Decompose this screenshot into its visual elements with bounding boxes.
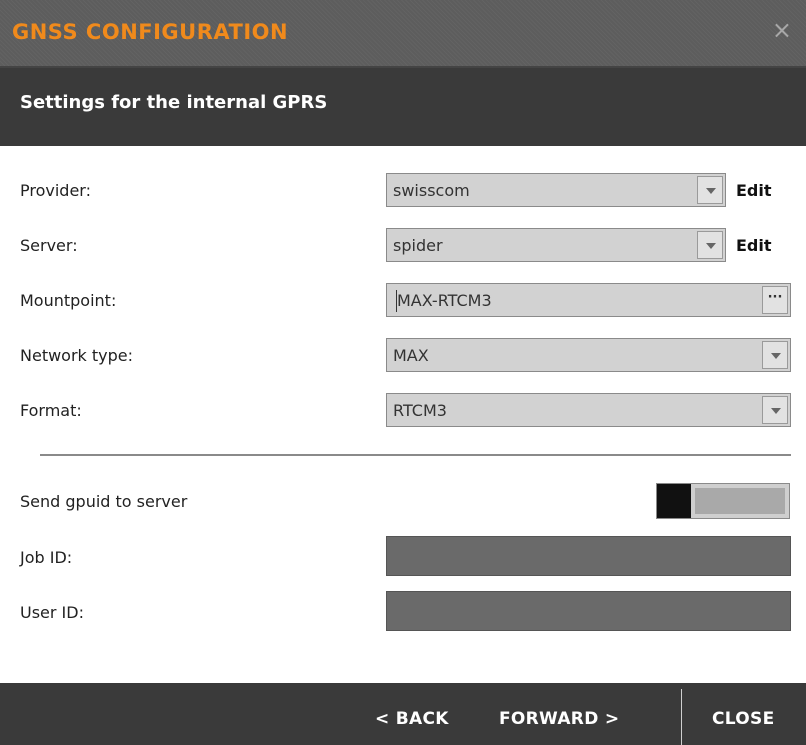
chevron-down-icon[interactable] <box>697 176 723 204</box>
toggle-knob <box>657 484 691 518</box>
format-select[interactable]: RTCM3 <box>386 393 791 427</box>
server-value: spider <box>393 236 443 255</box>
server-label: Server: <box>20 236 78 255</box>
section-header: Settings for the internal GPRS <box>0 68 806 146</box>
section-divider <box>40 454 791 456</box>
title-bar: GNSS CONFIGURATION × <box>0 0 806 68</box>
job-id-input[interactable] <box>386 536 791 576</box>
browse-icon[interactable]: ··· <box>762 286 788 314</box>
provider-value: swisscom <box>393 181 470 200</box>
format-label: Format: <box>20 401 82 420</box>
server-edit-button[interactable]: Edit <box>736 236 772 255</box>
close-icon[interactable]: × <box>772 18 792 42</box>
forward-button[interactable]: FORWARD > <box>499 709 619 729</box>
section-title: Settings for the internal GPRS <box>20 92 328 113</box>
job-id-label: Job ID: <box>20 548 73 567</box>
footer-divider <box>681 689 682 745</box>
network-type-value: MAX <box>393 346 429 365</box>
gnss-configuration-window: GNSS CONFIGURATION × Settings for the in… <box>0 0 806 745</box>
toggle-track <box>695 488 785 514</box>
user-id-input[interactable] <box>386 591 791 631</box>
mountpoint-input[interactable]: MAX-RTCM3 ··· <box>386 283 791 317</box>
server-select[interactable]: spider <box>386 228 726 262</box>
back-button[interactable]: < BACK <box>375 709 449 729</box>
network-type-label: Network type: <box>20 346 134 365</box>
chevron-down-icon[interactable] <box>762 396 788 424</box>
send-gpuid-toggle[interactable] <box>656 483 790 519</box>
mountpoint-label: Mountpoint: <box>20 291 117 310</box>
footer-bar: < BACK FORWARD > CLOSE <box>0 683 806 745</box>
provider-select[interactable]: swisscom <box>386 173 726 207</box>
user-id-label: User ID: <box>20 603 84 622</box>
provider-edit-button[interactable]: Edit <box>736 181 772 200</box>
chevron-down-icon[interactable] <box>697 231 723 259</box>
network-type-select[interactable]: MAX <box>386 338 791 372</box>
format-value: RTCM3 <box>393 401 447 420</box>
window-title: GNSS CONFIGURATION <box>12 20 289 44</box>
provider-label: Provider: <box>20 181 91 200</box>
chevron-down-icon[interactable] <box>762 341 788 369</box>
close-button[interactable]: CLOSE <box>712 709 775 729</box>
send-gpuid-label: Send gpuid to server <box>20 492 188 511</box>
mountpoint-value: MAX-RTCM3 <box>397 291 492 310</box>
